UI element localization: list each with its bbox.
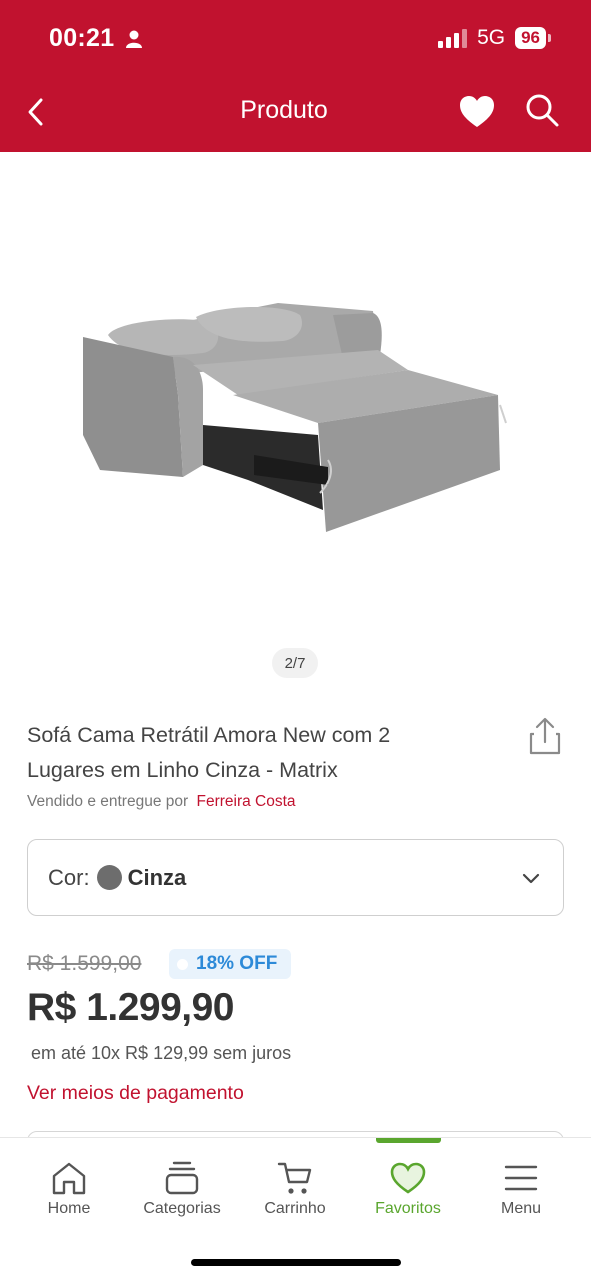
home-icon [52, 1162, 86, 1195]
signal-icon [438, 28, 468, 48]
search-icon[interactable] [524, 92, 560, 128]
discount-label: 18% OFF [196, 953, 278, 974]
app-header: 00:21 5G 96 Produto [0, 0, 591, 152]
categories-icon [165, 1161, 199, 1195]
tab-favoritos[interactable]: Favoritos [349, 1138, 467, 1228]
current-price: R$ 1.299,90 [27, 986, 235, 1029]
favorite-heart-icon[interactable] [458, 93, 496, 131]
share-icon[interactable] [528, 716, 562, 756]
cart-icon [277, 1162, 312, 1194]
tab-label: Favoritos [375, 1200, 441, 1217]
tab-menu[interactable]: Menu [462, 1138, 580, 1228]
battery-level: 96 [515, 27, 546, 49]
discount-badge: 18% OFF [169, 949, 292, 979]
menu-icon [504, 1165, 538, 1191]
seller-info: Vendido e entregue por Ferreira Costa [27, 793, 296, 811]
product-title: Sofá Cama Retrátil Amora New com 2 Lugar… [27, 723, 391, 782]
tab-label: Carrinho [264, 1200, 326, 1217]
heart-icon [390, 1162, 426, 1194]
seller-link[interactable]: Ferreira Costa [196, 793, 295, 810]
color-swatch [96, 865, 122, 890]
home-indicator [191, 1259, 401, 1266]
status-time: 00:21 [49, 24, 115, 52]
discount-dot-icon [177, 958, 188, 970]
image-pager: 2/7 [272, 648, 318, 678]
tab-categorias[interactable]: Categorias [123, 1138, 241, 1228]
battery-icon [548, 34, 551, 42]
tab-label: Menu [500, 1200, 542, 1217]
tab-label: Home [47, 1200, 91, 1217]
chevron-down-icon [522, 873, 540, 884]
tab-carrinho[interactable]: Carrinho [236, 1138, 354, 1228]
status-indicators: 5G 96 [438, 26, 551, 50]
product-image[interactable] [78, 295, 510, 540]
tab-label: Categorias [143, 1200, 221, 1217]
old-price: R$ 1.599,00 [27, 952, 142, 975]
tab-home[interactable]: Home [10, 1138, 128, 1228]
person-icon [126, 30, 142, 48]
color-label: Cor: [48, 864, 90, 890]
installments-text: em até 10x R$ 129,99 sem juros [31, 1043, 292, 1063]
seller-prefix: Vendido e entregue por [27, 793, 189, 810]
network-label: 5G [477, 26, 506, 49]
payment-methods-link[interactable]: Ver meios de pagamento [27, 1082, 244, 1105]
color-dropdown[interactable]: Cor: Cinza [27, 839, 564, 916]
color-value: Cinza [127, 864, 187, 890]
